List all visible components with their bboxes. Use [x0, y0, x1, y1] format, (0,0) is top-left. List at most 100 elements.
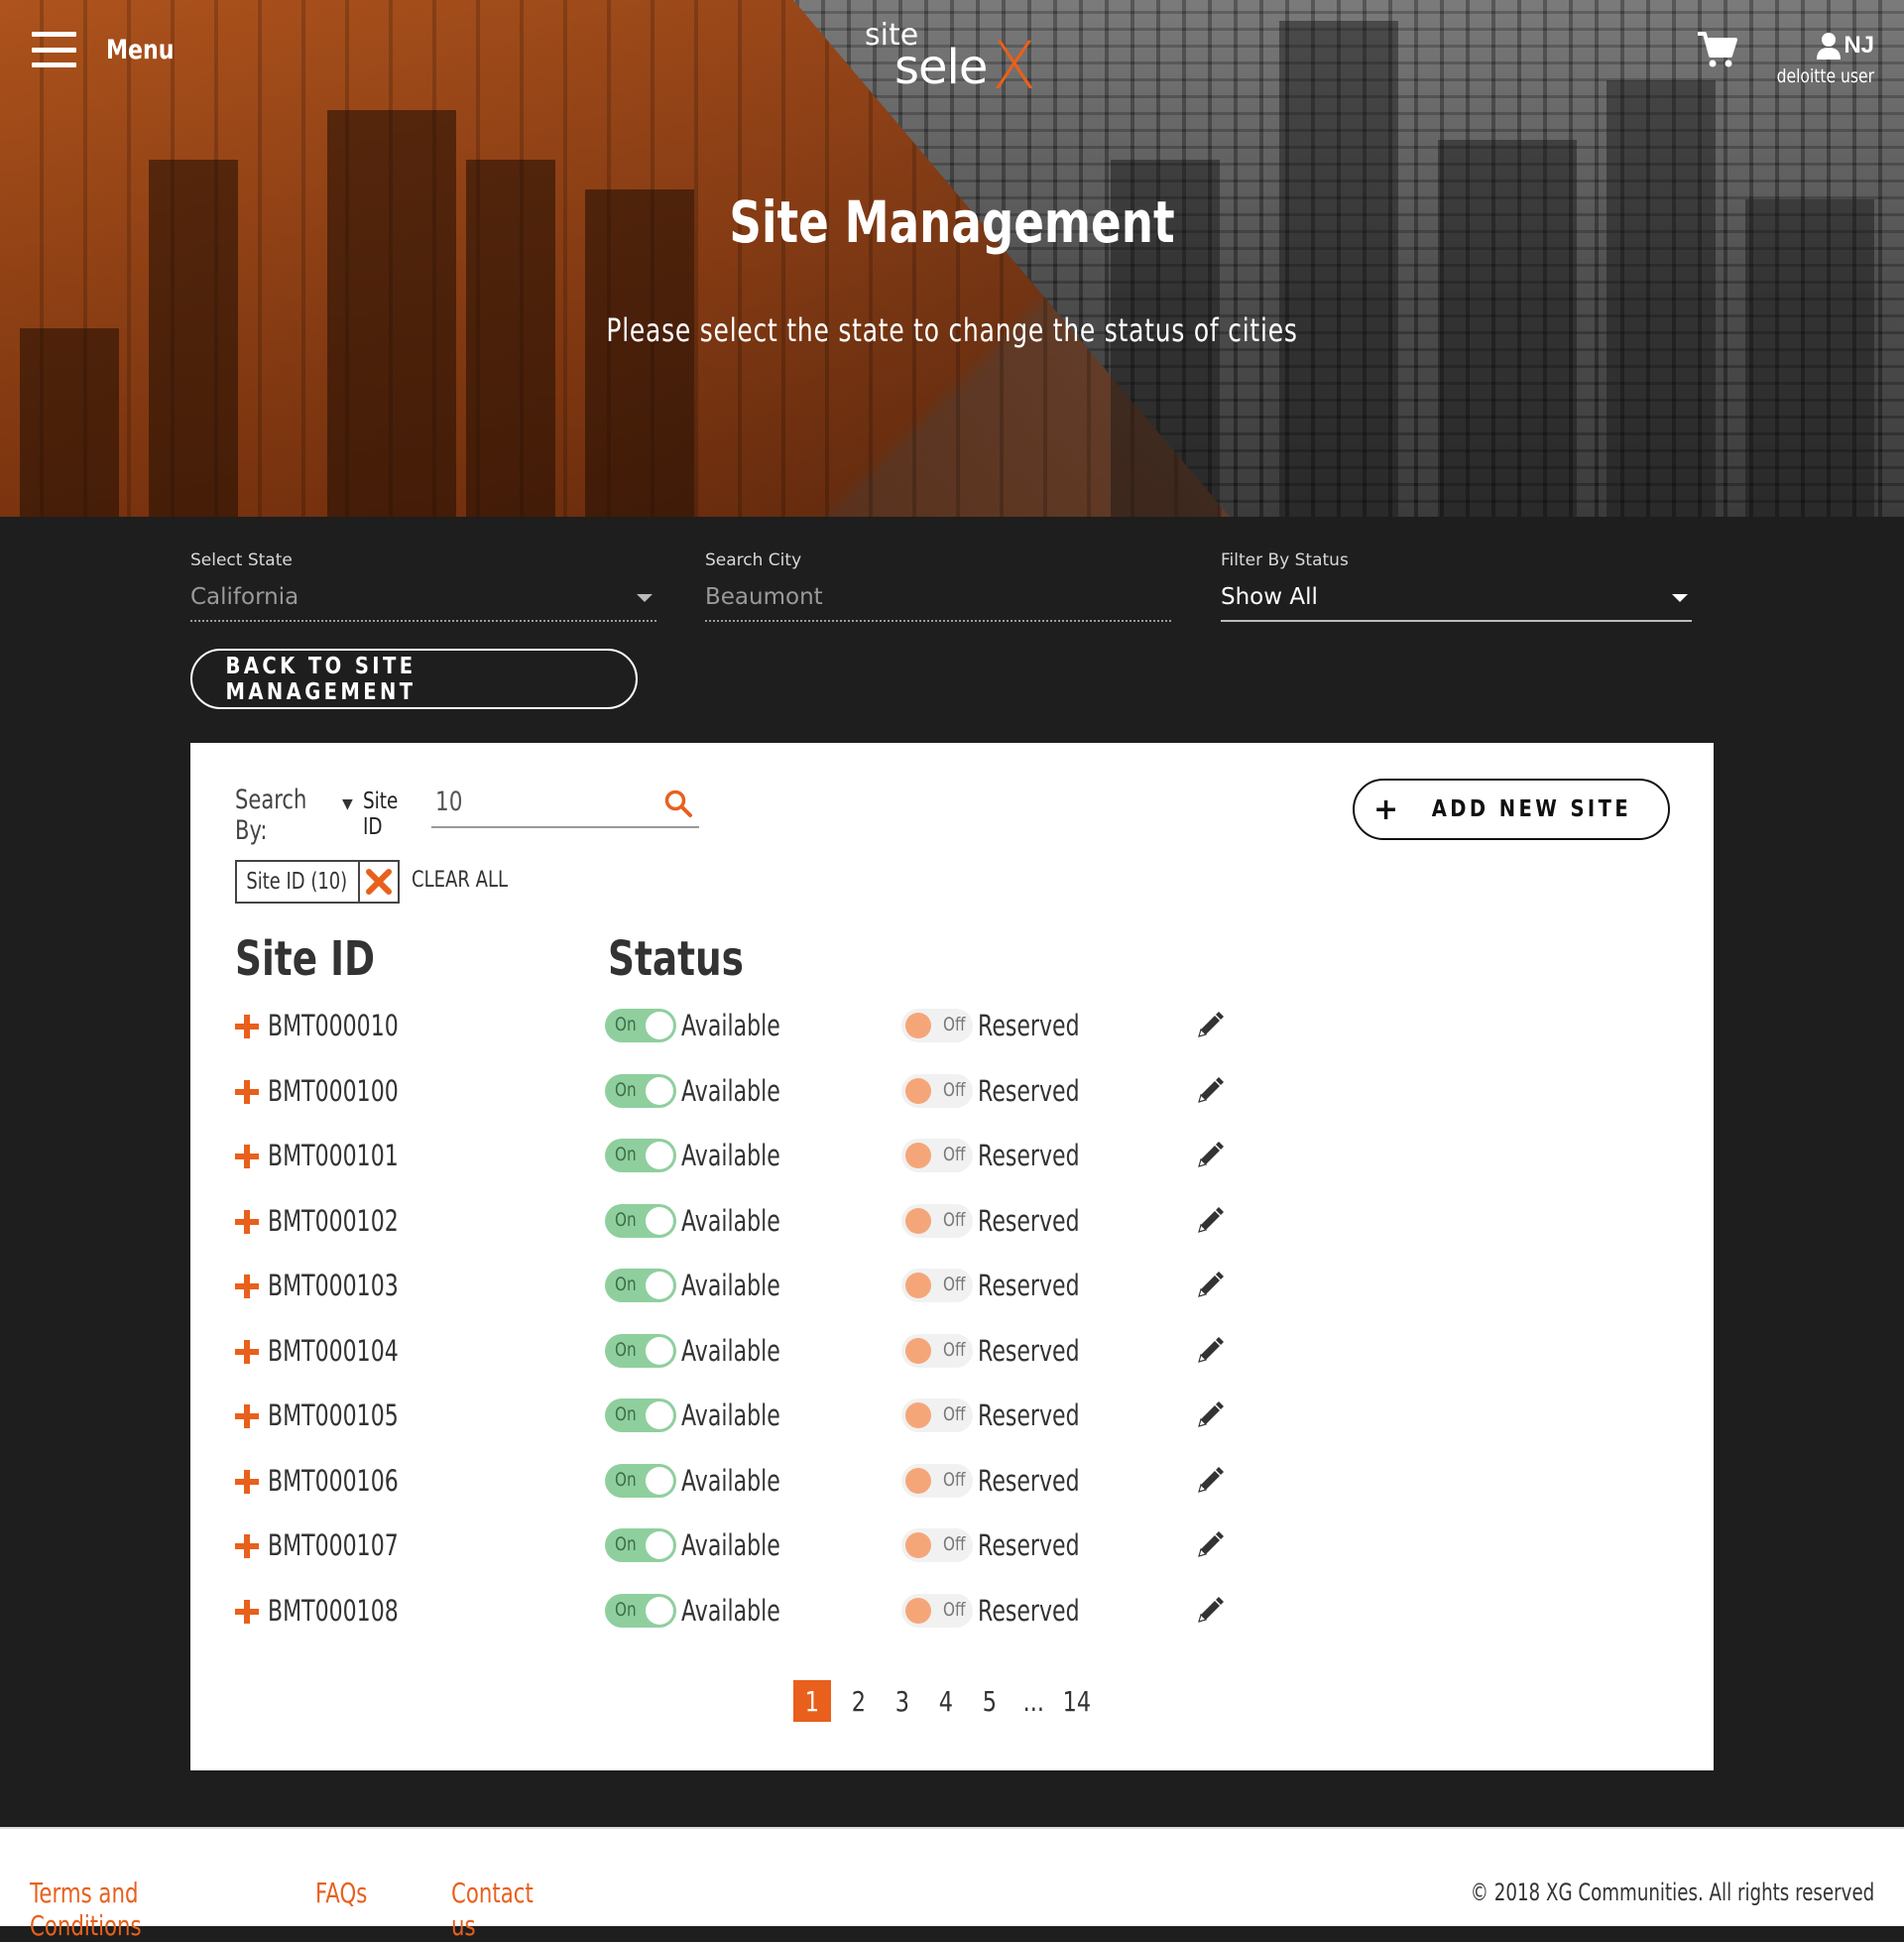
clear-all-link[interactable]: CLEAR ALL	[412, 868, 508, 893]
available-toggle[interactable]: On	[605, 1073, 676, 1108]
site-row: BMT000106 On Available Off Reserved	[235, 1463, 1425, 1508]
toggle-knob	[905, 1273, 931, 1298]
available-toggle[interactable]: On	[605, 1528, 676, 1562]
reserved-label: Reserved	[978, 1463, 1080, 1498]
available-toggle[interactable]: On	[605, 1139, 676, 1172]
reserved-toggle[interactable]: Off	[901, 1398, 973, 1432]
edit-pencil-icon[interactable]	[1195, 1400, 1225, 1430]
available-toggle[interactable]: On	[605, 1009, 676, 1042]
search-icon[interactable]	[663, 789, 693, 818]
site-id: BMT000100	[268, 1073, 399, 1108]
reserved-toggle[interactable]: Off	[901, 1463, 973, 1498]
page-4-button[interactable]: 4	[924, 1680, 968, 1722]
page-3-button[interactable]: 3	[881, 1680, 924, 1722]
search-input[interactable]: 10	[431, 777, 699, 828]
site-id: BMT000105	[268, 1398, 399, 1432]
search-input-value: 10	[435, 787, 463, 817]
toggle-knob	[646, 1206, 673, 1235]
expand-row-plus-icon[interactable]	[235, 1145, 259, 1168]
reserved-toggle[interactable]: Off	[901, 1333, 973, 1368]
edit-pencil-icon[interactable]	[1195, 1076, 1225, 1106]
reserved-toggle[interactable]: Off	[901, 1269, 973, 1302]
available-toggle[interactable]: On	[605, 1398, 676, 1432]
toggle-knob	[646, 1336, 673, 1365]
menu-label: Menu	[106, 34, 175, 65]
expand-row-plus-icon[interactable]	[235, 1404, 259, 1428]
menu-button[interactable]: Menu	[32, 32, 189, 67]
reserved-toggle[interactable]: Off	[901, 1139, 973, 1172]
city-search-input[interactable]: Beaumont	[705, 582, 1171, 622]
cart-icon[interactable]	[1696, 28, 1739, 71]
site-id: BMT000108	[268, 1593, 399, 1628]
page-2-button[interactable]: 2	[837, 1680, 881, 1722]
available-toggle[interactable]: On	[605, 1593, 676, 1628]
add-new-site-button[interactable]: + ADD NEW SITE	[1353, 779, 1670, 840]
reserved-toggle[interactable]: Off	[901, 1073, 973, 1108]
edit-pencil-icon[interactable]	[1195, 1271, 1225, 1300]
site-id: BMT000107	[268, 1528, 399, 1562]
expand-row-plus-icon[interactable]	[235, 1599, 259, 1624]
available-label: Available	[681, 1463, 780, 1498]
reserved-label: Reserved	[978, 1009, 1080, 1042]
page-label: 5	[982, 1684, 998, 1718]
remove-filter-button[interactable]	[358, 862, 398, 902]
available-label: Available	[681, 1528, 780, 1562]
edit-pencil-icon[interactable]	[1195, 1596, 1225, 1626]
logo-x-text: X	[992, 28, 1037, 104]
toggle-knob	[905, 1207, 931, 1234]
state-select-value[interactable]: California	[190, 582, 656, 622]
reserved-toggle[interactable]: Off	[901, 1203, 973, 1238]
toggle-knob	[646, 1531, 673, 1559]
back-button-label: BACK TO SITE MANAGEMENT	[225, 653, 416, 705]
back-to-site-management-button[interactable]: BACK TO SITE MANAGEMENT	[190, 649, 638, 709]
status-filter-value[interactable]: Show All	[1221, 582, 1692, 622]
expand-row-plus-icon[interactable]	[235, 1079, 259, 1104]
expand-row-plus-icon[interactable]	[235, 1339, 259, 1364]
sitex-logo[interactable]: site sele X	[865, 14, 1043, 104]
available-label: Available	[681, 1139, 780, 1172]
site-id-column-header: Site ID	[235, 931, 376, 987]
edit-pencil-icon[interactable]	[1195, 1206, 1225, 1236]
user-menu[interactable]: NJ deloitte user	[1755, 32, 1874, 87]
edit-pencil-icon[interactable]	[1195, 1336, 1225, 1366]
reserved-toggle[interactable]: Off	[901, 1009, 973, 1042]
reserved-label: Reserved	[978, 1593, 1080, 1628]
city-search[interactable]: Search City Beaumont	[705, 550, 1171, 622]
page-label: 4	[938, 1684, 954, 1718]
toggle-off-label: Off	[943, 1338, 966, 1361]
available-toggle[interactable]: On	[605, 1333, 676, 1368]
state-select[interactable]: Select State California	[190, 550, 656, 622]
reserved-toggle[interactable]: Off	[901, 1528, 973, 1562]
available-label: Available	[681, 1398, 780, 1432]
footer-link-faqs[interactable]: FAQs	[315, 1877, 367, 1909]
expand-row-plus-icon[interactable]	[235, 1534, 259, 1558]
page-5-button[interactable]: 5	[968, 1680, 1012, 1722]
edit-pencil-icon[interactable]	[1195, 1141, 1225, 1170]
available-label: Available	[681, 1009, 780, 1042]
toggle-off-label: Off	[943, 1533, 966, 1555]
reserved-toggle[interactable]: Off	[901, 1593, 973, 1628]
hero-banner: Menu site sele X NJ deloitte user Site M…	[0, 0, 1904, 517]
expand-row-plus-icon[interactable]	[235, 1469, 259, 1494]
available-toggle[interactable]: On	[605, 1463, 676, 1498]
site-id: BMT000104	[268, 1333, 399, 1368]
toggle-knob	[905, 1077, 931, 1104]
toggle-off-label: Off	[943, 1078, 966, 1101]
available-toggle[interactable]: On	[605, 1203, 676, 1238]
expand-row-plus-icon[interactable]	[235, 1274, 259, 1298]
edit-pencil-icon[interactable]	[1195, 1466, 1225, 1496]
toggle-knob	[905, 1467, 931, 1494]
reserved-label: Reserved	[978, 1073, 1080, 1108]
page-1-button[interactable]: 1	[793, 1680, 831, 1722]
expand-row-plus-icon[interactable]	[235, 1209, 259, 1234]
edit-pencil-icon[interactable]	[1195, 1530, 1225, 1560]
footer-link-contact-us[interactable]: Contact us	[451, 1877, 564, 1942]
edit-pencil-icon[interactable]	[1195, 1011, 1225, 1040]
search-by-selector[interactable]: Search By: ▼ Site ID	[235, 785, 428, 846]
status-filter-select[interactable]: Filter By Status Show All	[1221, 550, 1692, 622]
available-toggle[interactable]: On	[605, 1269, 676, 1302]
expand-row-plus-icon[interactable]	[235, 1015, 259, 1038]
site-row: BMT000102 On Available Off Reserved	[235, 1203, 1425, 1248]
page-14-button[interactable]: 14	[1055, 1680, 1099, 1722]
footer-link-terms-and-conditions[interactable]: Terms and Conditions	[30, 1877, 247, 1942]
